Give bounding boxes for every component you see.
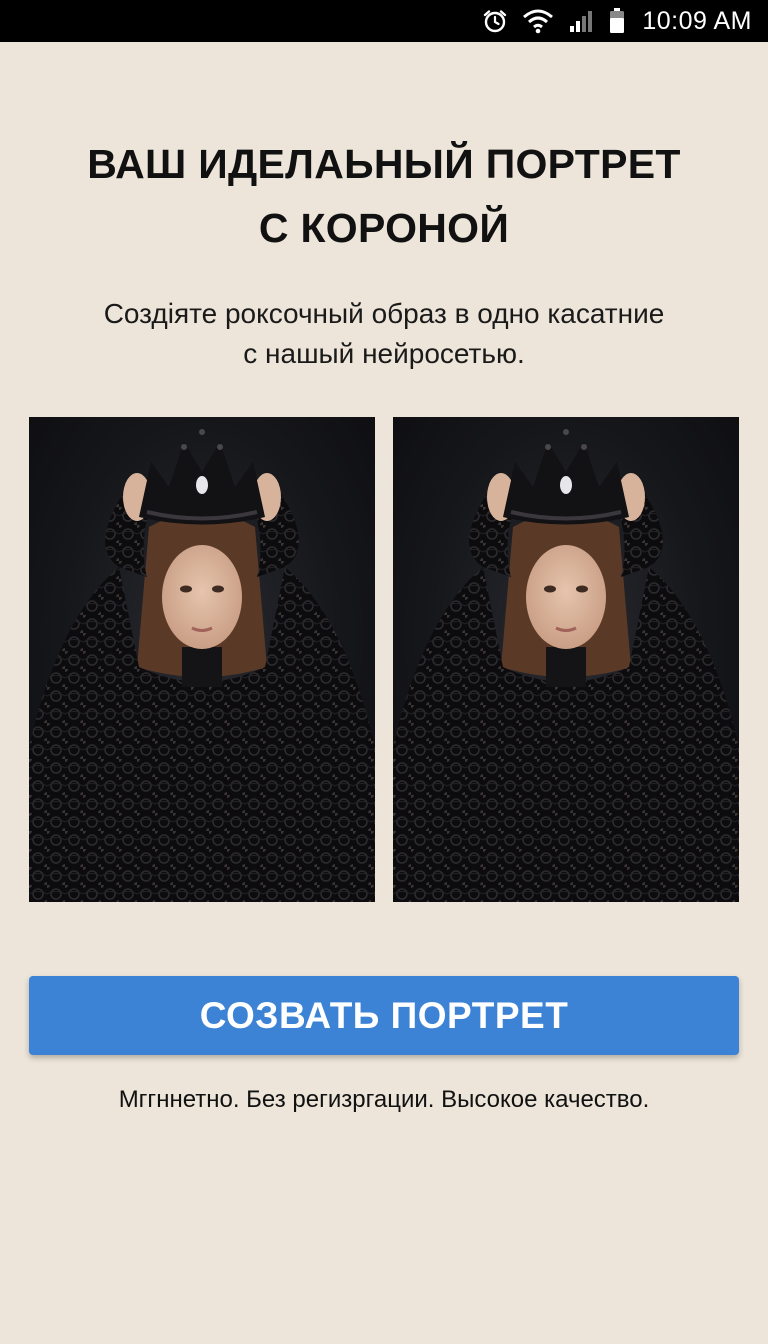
features-footnote: Мггннетно. Без регизргации. Высокое каче…	[118, 1086, 650, 1113]
status-bar: 10:09 AM	[0, 0, 768, 42]
page-title: ВАШ ИДЕЛАЬНЫЙ ПОРТРЕТ С КОРОНОЙ	[0, 132, 768, 260]
example-gallery	[29, 417, 739, 902]
signal-icon	[568, 8, 594, 34]
page-subtitle: Создіяте роксочный образ в одно касатние…	[0, 294, 768, 374]
title-line-1: ВАШ ИДЕЛАЬНЫЙ ПОРТРЕТ	[87, 141, 681, 187]
portrait-crown-photo	[393, 429, 739, 902]
alarm-icon	[482, 8, 508, 34]
create-portrait-button[interactable]: СОЗВАТЬ ПОРТРЕТ	[29, 976, 739, 1055]
title-line-2: С КОРОНОЙ	[258, 205, 510, 251]
status-time: 10:09 AM	[642, 6, 752, 35]
portrait-crown-photo	[29, 429, 375, 902]
subtitle-line-2: с нашый нейросетью.	[243, 338, 525, 369]
example-photo-left	[29, 417, 375, 902]
subtitle-line-1: Создіяте роксочный образ в одно касатние	[103, 298, 665, 329]
wifi-icon	[522, 8, 554, 34]
battery-icon	[608, 7, 626, 35]
example-photo-right	[393, 417, 739, 902]
